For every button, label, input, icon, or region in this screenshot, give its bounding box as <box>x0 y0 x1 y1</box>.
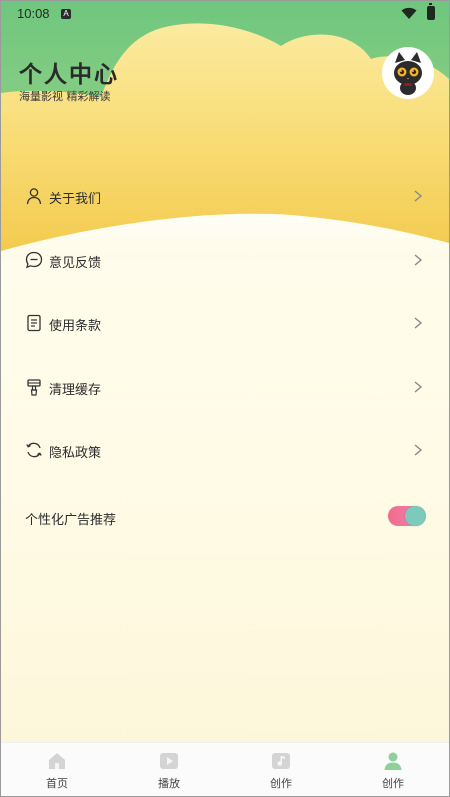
menu-item-label: 使用条款 <box>49 319 102 334</box>
chevron-right-icon <box>414 444 423 456</box>
personalized-ads-row: 个性化广告推荐 <box>1 499 449 539</box>
menu-item-privacy[interactable]: 隐私政策 <box>1 419 449 483</box>
menu-item-label: 关于我们 <box>49 192 102 207</box>
music-note-icon <box>272 753 290 769</box>
menu-item-label: 清理缓存 <box>49 382 102 398</box>
menu-item-clear-cache[interactable]: 清理缓存 <box>1 356 449 420</box>
chevron-right-icon <box>414 253 423 266</box>
wifi-icon <box>401 7 417 19</box>
tab-label: 创作 <box>382 777 404 790</box>
tab-label: 播放 <box>158 777 180 790</box>
tab-create[interactable]: 创作 <box>225 743 337 796</box>
chevron-right-icon <box>414 190 423 202</box>
battery-icon <box>427 3 435 20</box>
tab-home[interactable]: 首页 <box>1 743 113 796</box>
status-bar: 10:08 A <box>1 1 449 27</box>
brush-icon <box>27 378 41 396</box>
black-cat-icon <box>394 52 422 95</box>
menu-item-label: 隐私政策 <box>49 446 102 461</box>
tab-profile[interactable]: 创作 <box>337 743 449 796</box>
person-icon <box>26 188 42 205</box>
notification-icon: A <box>61 9 71 19</box>
chevron-right-icon <box>414 317 423 329</box>
personalized-ads-label: 个性化广告推荐 <box>25 513 117 528</box>
personalized-ads-toggle[interactable] <box>388 506 426 526</box>
toggle-knob <box>405 506 425 526</box>
home-icon <box>49 753 65 769</box>
status-time: 10:08 <box>17 6 50 21</box>
chevron-right-icon <box>414 380 423 393</box>
settings-menu: 关于我们 意见反馈 使用条款 清理缓存 隐私政策 <box>1 165 449 483</box>
chat-bubble-icon <box>25 251 43 268</box>
page-title: 个人中心 <box>19 62 119 88</box>
menu-item-feedback[interactable]: 意见反馈 <box>1 229 449 293</box>
avatar[interactable] <box>382 47 434 99</box>
tab-label: 创作 <box>270 777 292 790</box>
profile-icon <box>384 752 402 770</box>
menu-item-about[interactable]: 关于我们 <box>1 165 449 229</box>
app-screen: 10:08 A 个人中心 海量影视 精彩解读 关于我们 意见反馈 使用条款 清理… <box>0 0 450 797</box>
tab-play[interactable]: 播放 <box>113 743 225 796</box>
bottom-nav: 首页 播放 创作 创作 <box>1 742 449 796</box>
refresh-icon <box>26 442 42 458</box>
tab-label: 首页 <box>46 777 68 790</box>
document-icon <box>27 314 41 332</box>
menu-item-terms[interactable]: 使用条款 <box>1 292 449 356</box>
menu-item-label: 意见反馈 <box>49 255 102 271</box>
page-subtitle: 海量影视 精彩解读 <box>19 90 111 103</box>
play-icon <box>160 753 178 769</box>
